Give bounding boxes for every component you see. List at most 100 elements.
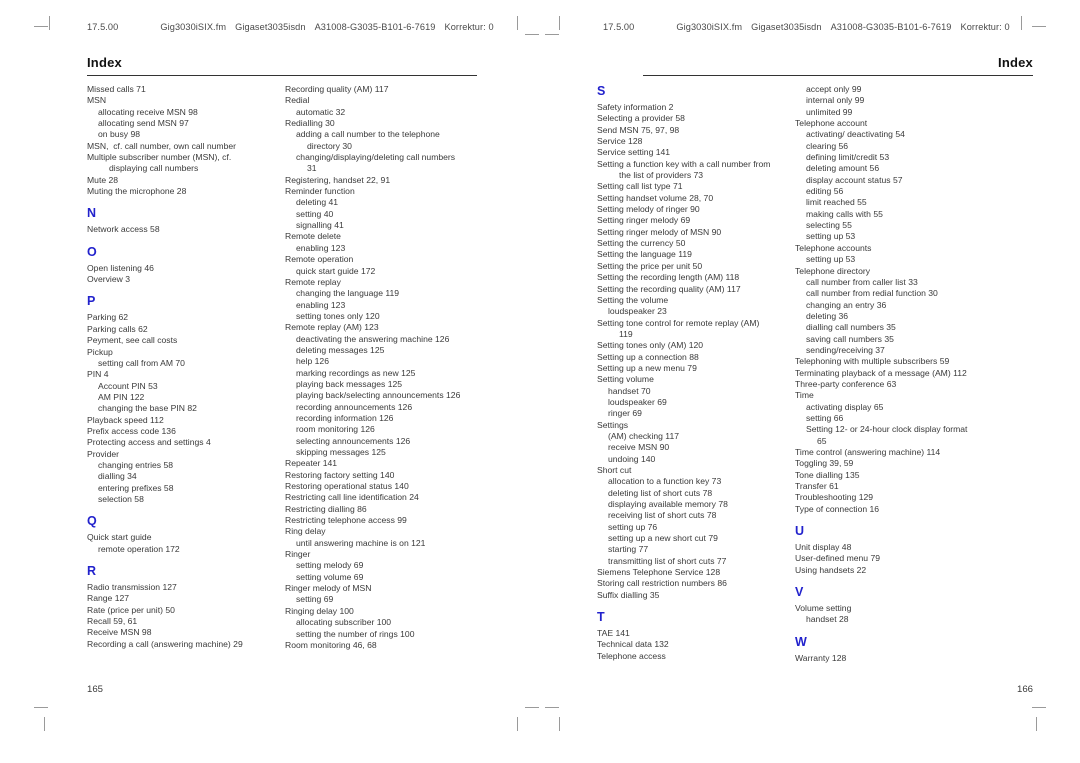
index-entry: loudspeaker 69 bbox=[608, 396, 667, 407]
index-entry: Setting tone control for remote replay (… bbox=[597, 317, 760, 328]
index-entry: Setting call list type 71 bbox=[597, 181, 683, 192]
index-entry: Short cut bbox=[597, 465, 632, 475]
index-entry: signalling 41 bbox=[296, 220, 344, 231]
index-entry: Setting volume bbox=[597, 374, 654, 385]
index-entry: Send MSN 75, 97, 98 bbox=[597, 124, 680, 135]
index-letter-heading: W bbox=[795, 634, 807, 649]
index-entry: Setting ringer melody of MSN 90 bbox=[597, 226, 722, 237]
index-entry: Troubleshooting 129 bbox=[795, 492, 874, 503]
index-entry: dialling 34 bbox=[98, 471, 137, 482]
index-entry: Account PIN 53 bbox=[98, 380, 158, 391]
index-entry: changing/displaying/deleting call number… bbox=[296, 152, 456, 163]
index-entry: enabling 123 bbox=[296, 299, 346, 310]
index-entry: Multiple subscriber number (MSN), cf. bbox=[87, 152, 232, 163]
index-entry: receiving list of short cuts 78 bbox=[608, 510, 717, 521]
index-entry: setting call from AM 70 bbox=[98, 357, 185, 368]
page-title: Index bbox=[998, 55, 1033, 70]
index-entry: Ringer bbox=[285, 549, 311, 560]
index-entry: Restricting dialling 86 bbox=[285, 503, 367, 514]
index-entry: skipping messages 125 bbox=[296, 447, 386, 457]
index-entry: Recording a call (answering machine) 29 bbox=[87, 638, 243, 649]
index-entry: call number from redial function 30 bbox=[806, 288, 938, 299]
index-entry: the list of providers 73 bbox=[619, 170, 704, 181]
index-entry: Remote replay (AM) 123 bbox=[285, 322, 379, 333]
index-entry: Transfer 61 bbox=[795, 481, 839, 492]
index-entry: Open listening 46 bbox=[87, 262, 154, 273]
index-entry: Time bbox=[795, 390, 814, 401]
page-title: Index bbox=[87, 55, 122, 70]
index-entry: changing the language 119 bbox=[296, 288, 400, 299]
index-entry: receive MSN 90 bbox=[608, 442, 670, 453]
index-entry: display account status 57 bbox=[806, 174, 903, 185]
index-entry: handset 28 bbox=[806, 614, 849, 625]
index-entry: Toggling 39, 59 bbox=[795, 458, 854, 469]
index-entry: Reminder function bbox=[285, 186, 355, 197]
index-entry: Provider bbox=[87, 448, 119, 459]
index-entry: Remote delete bbox=[285, 231, 341, 242]
index-entry: Recording quality (AM) 117 bbox=[285, 84, 389, 94]
index-entry: handset 70 bbox=[608, 385, 651, 396]
index-entry: Setting up a connection 88 bbox=[597, 351, 699, 362]
index-entry: deleting 36 bbox=[806, 310, 849, 321]
index-entry: 31 bbox=[307, 163, 317, 174]
index-letter-heading: P bbox=[87, 294, 96, 309]
index-entry: entering prefixes 58 bbox=[98, 482, 174, 493]
title-rule bbox=[87, 75, 477, 77]
index-entry: Remote operation bbox=[285, 254, 354, 265]
index-entry: editing 56 bbox=[806, 186, 844, 197]
index-entry: Service 128 bbox=[597, 136, 643, 147]
index-entry: ringer 69 bbox=[608, 408, 642, 419]
running-head-product: Gigaset3035isdn bbox=[235, 22, 306, 32]
index-entry: Setting up a new menu 79 bbox=[597, 362, 697, 373]
index-entry: Restoring operational status 140 bbox=[285, 481, 409, 492]
index-entry: unlimited 99 bbox=[806, 106, 853, 117]
index-entry: changing an entry 36 bbox=[806, 299, 887, 310]
index-entry: quick start guide 172 bbox=[296, 265, 376, 276]
index-entry: selection 58 bbox=[98, 493, 144, 504]
index-letter-heading: O bbox=[87, 244, 97, 259]
index-entry: clearing 56 bbox=[806, 140, 849, 151]
index-entry: Storing call restriction numbers 86 bbox=[597, 578, 727, 589]
index-entry: Redialling 30 bbox=[285, 118, 335, 129]
index-entry: Setting melody of ringer 90 bbox=[597, 204, 700, 215]
index-entry: dialling call numbers 35 bbox=[806, 322, 896, 333]
running-head-doc-id: A31008-G3035-B101-6-7619 bbox=[830, 22, 952, 32]
index-entry: Parking calls 62 bbox=[87, 323, 148, 334]
index-columns: S Safety information 2 Selecting a provide… bbox=[597, 84, 993, 664]
index-entry: playing back messages 125 bbox=[296, 378, 403, 389]
index-entry: Setting handset volume 28, 70 bbox=[597, 192, 714, 203]
index-entry: Siemens Telephone Service 128 bbox=[597, 567, 721, 578]
index-entry: Using handsets 22 bbox=[795, 564, 867, 575]
index-letter-heading: U bbox=[795, 524, 805, 539]
index-entry: Ring delay bbox=[285, 526, 326, 537]
index-entry: deleting messages 125 bbox=[296, 344, 385, 355]
page-spread: 17.5.00 Gig3030iSIX.fm Gigaset3035isdn A310… bbox=[0, 0, 1080, 763]
index-entry: Tone dialling 135 bbox=[795, 469, 860, 480]
index-entry: selecting announcements 126 bbox=[296, 435, 411, 446]
index-entry: setting volume 69 bbox=[296, 571, 364, 582]
index-entry: loudspeaker 23 bbox=[608, 306, 667, 317]
index-letter-heading: V bbox=[795, 585, 804, 600]
column-3: S Safety information 2 Selecting a provide… bbox=[597, 84, 795, 664]
page-number: 165 bbox=[87, 684, 104, 695]
index-entry: accept only 99 bbox=[806, 84, 862, 94]
index-entry: activating/ deactivating 54 bbox=[806, 129, 905, 140]
index-entry: marking recordings as new 125 bbox=[296, 367, 416, 378]
index-entry: Protecting access and settings 4 bbox=[87, 437, 211, 448]
index-entry: Overview 3 bbox=[87, 274, 130, 285]
index-entry: call number from caller list 33 bbox=[806, 276, 918, 287]
index-entry: MSN, cf. call number, own call number bbox=[87, 140, 237, 151]
index-entry: deleting amount 56 bbox=[806, 163, 880, 174]
index-entry: Setting the recording length (AM) 118 bbox=[597, 272, 740, 283]
index-entry: displaying available memory 78 bbox=[608, 499, 728, 510]
index-entry: User-defined menu 79 bbox=[795, 553, 881, 564]
index-entry: Range 127 bbox=[87, 593, 130, 604]
index-entry: Rate (price per unit) 50 bbox=[87, 604, 175, 615]
index-entry: Room monitoring 46, 68 bbox=[285, 639, 377, 650]
index-entry: recording information 126 bbox=[296, 412, 394, 423]
index-entry: PIN 4 bbox=[87, 369, 109, 380]
index-entry: setting 66 bbox=[806, 412, 844, 423]
right-page: 17.5.00 Gig3030iSIX.fm Gigaset3035isdn A310… bbox=[540, 0, 1080, 763]
index-entry: Terminating playback of a message (AM) 1… bbox=[795, 367, 967, 378]
index-entry: Setting the volume bbox=[597, 294, 669, 305]
